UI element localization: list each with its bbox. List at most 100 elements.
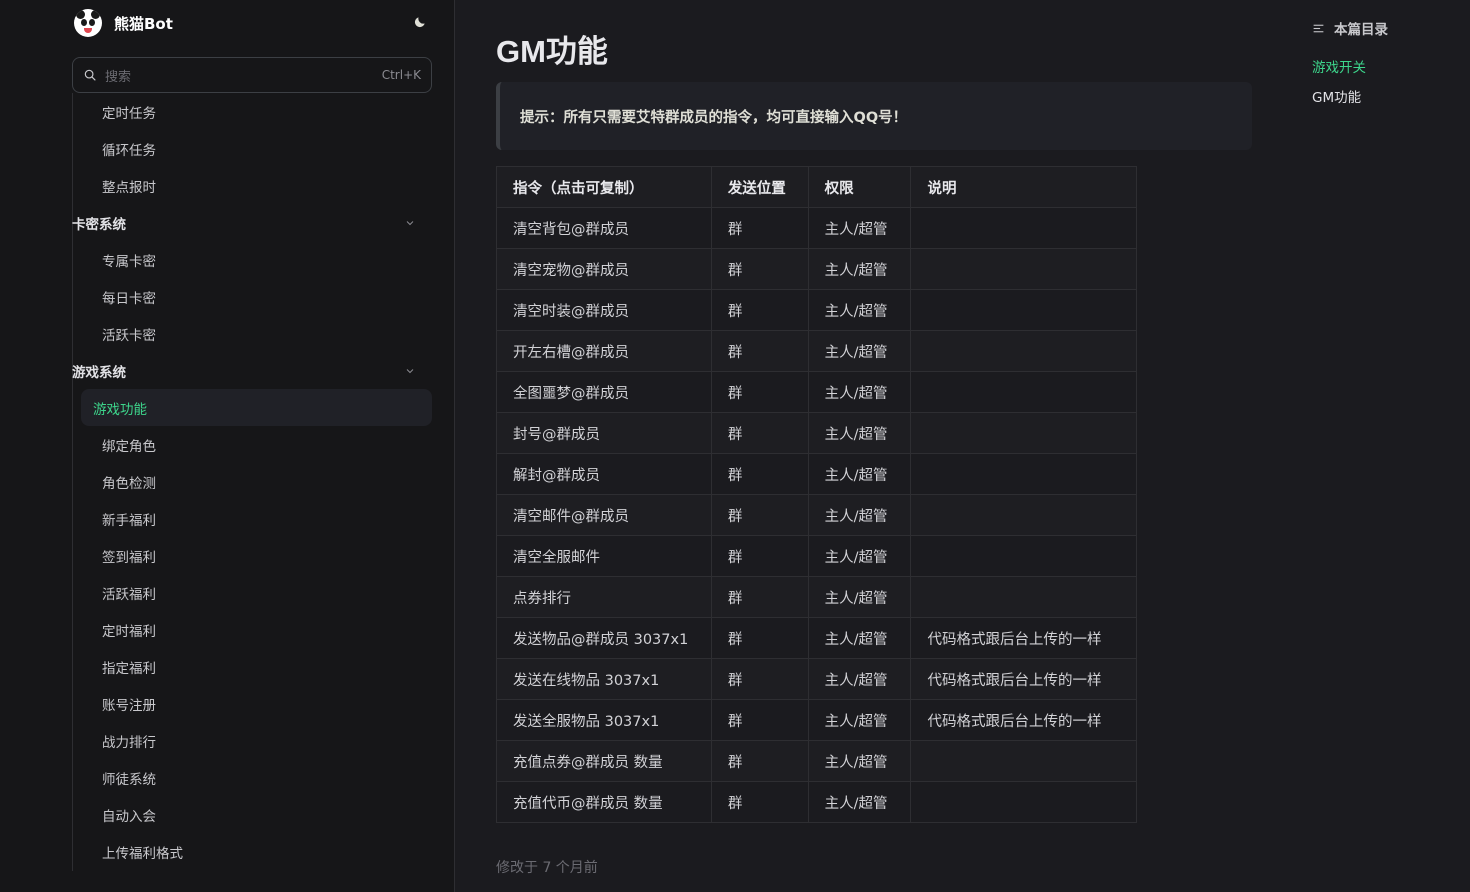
cell-description	[910, 494, 1137, 536]
sidebar-item-loop-task[interactable]: 循环任务	[81, 130, 432, 167]
sidebar-group-game[interactable]: 游戏系统	[72, 352, 432, 389]
moon-icon[interactable]	[412, 14, 428, 30]
cell-description	[910, 248, 1137, 290]
cell-location: 群	[710, 412, 809, 454]
table-row: 点券排行群主人/超管	[496, 576, 1137, 618]
sidebar-item-scheduled-task[interactable]: 定时任务	[81, 93, 432, 130]
table-row: 清空时装@群成员群主人/超管	[496, 289, 1137, 331]
sidebar-item-signin-bonus[interactable]: 签到福利	[81, 537, 432, 574]
cell-permission: 主人/超管	[807, 371, 912, 413]
toc-link-gm-function[interactable]: GM功能	[1312, 86, 1452, 106]
cell-location: 群	[710, 781, 809, 823]
sidebar-item-game-function[interactable]: 游戏功能	[81, 389, 432, 426]
cell-command[interactable]: 开左右槽@群成员	[496, 330, 712, 372]
sidebar: 熊猫Bot 搜索 Ctrl+K 定时任务 循环任务 整点报时 卡密系统 专属卡密…	[0, 0, 455, 892]
cell-permission: 主人/超管	[807, 453, 912, 495]
cell-permission: 主人/超管	[807, 535, 912, 577]
cell-permission: 主人/超管	[807, 330, 912, 372]
cell-command[interactable]: 点券排行	[496, 576, 712, 618]
search-shortcut: Ctrl+K	[381, 68, 421, 82]
cell-location: 群	[710, 494, 809, 536]
table-row: 发送在线物品 3037x1 群主人/超管 代码格式跟后台上传的一样	[496, 658, 1137, 700]
sidebar-item-auto-join[interactable]: 自动入会	[81, 796, 432, 833]
sidebar-group-label: 卡密系统	[72, 216, 126, 233]
sidebar-item-bind-role[interactable]: 绑定角色	[81, 426, 432, 463]
cell-command[interactable]: 清空全服邮件	[496, 535, 712, 577]
cell-command[interactable]: 充值代币@群成员 数量	[496, 781, 712, 823]
cell-command[interactable]: 封号@群成员	[496, 412, 712, 454]
cell-permission: 主人/超管	[807, 658, 912, 700]
table-row: 充值代币@群成员 数量群主人/超管	[496, 781, 1137, 823]
cell-command[interactable]: 清空邮件@群成员	[496, 494, 712, 536]
sidebar-item-role-check[interactable]: 角色检测	[81, 463, 432, 500]
search-input[interactable]: 搜索 Ctrl+K	[72, 57, 432, 93]
cell-description	[910, 371, 1137, 413]
sidebar-nav: 定时任务 循环任务 整点报时 卡密系统 专属卡密 每日卡密 活跃卡密 游戏系统 …	[72, 93, 432, 870]
table-row: 开左右槽@群成员群主人/超管	[496, 330, 1137, 372]
sidebar-item-timed-bonus[interactable]: 定时福利	[81, 611, 432, 648]
sidebar-item-upload-bonus-format[interactable]: 上传福利格式	[81, 833, 432, 870]
cell-permission: 主人/超管	[807, 699, 912, 741]
table-of-contents: 本篇目录 游戏开关 GM功能	[1312, 18, 1452, 106]
table-header-row: 指令（点击可复制） 发送位置 权限 说明	[496, 166, 1137, 208]
column-header-command: 指令（点击可复制）	[496, 166, 712, 208]
cell-permission: 主人/超管	[807, 617, 912, 659]
cell-command[interactable]: 发送在线物品 3037x1	[496, 658, 712, 700]
cell-description	[910, 535, 1137, 577]
cell-command[interactable]: 发送全服物品 3037x1	[496, 699, 712, 741]
sidebar-item-active-card[interactable]: 活跃卡密	[81, 315, 432, 352]
sidebar-item-exclusive-card[interactable]: 专属卡密	[81, 241, 432, 278]
cell-command[interactable]: 清空背包@群成员	[496, 207, 712, 249]
cell-description	[910, 207, 1137, 249]
cell-permission: 主人/超管	[807, 289, 912, 331]
tip-text: 提示：所有只需要艾特群成员的指令，均可直接输入QQ号！	[520, 109, 908, 126]
table-row: 清空背包@群成员群主人/超管	[496, 207, 1137, 249]
sidebar-item-power-ranking[interactable]: 战力排行	[81, 722, 432, 759]
cell-location: 群	[710, 617, 809, 659]
cell-location: 群	[710, 740, 809, 782]
sidebar-item-targeted-bonus[interactable]: 指定福利	[81, 648, 432, 685]
cell-description	[910, 781, 1137, 823]
cell-description: 代码格式跟后台上传的一样	[910, 699, 1137, 741]
table-row: 清空邮件@群成员群主人/超管	[496, 494, 1137, 536]
table-row: 解封@群成员群主人/超管	[496, 453, 1137, 495]
cell-description	[910, 453, 1137, 495]
sidebar-group-card[interactable]: 卡密系统	[72, 204, 432, 241]
cell-permission: 主人/超管	[807, 781, 912, 823]
cell-description: 代码格式跟后台上传的一样	[910, 658, 1137, 700]
sidebar-item-hourly-chime[interactable]: 整点报时	[81, 167, 432, 204]
cell-command[interactable]: 清空宠物@群成员	[496, 248, 712, 290]
cell-permission: 主人/超管	[807, 494, 912, 536]
cell-command[interactable]: 全图噩梦@群成员	[496, 371, 712, 413]
cell-permission: 主人/超管	[807, 576, 912, 618]
page-title: GM功能	[496, 34, 608, 69]
cell-permission: 主人/超管	[807, 207, 912, 249]
sidebar-item-daily-card[interactable]: 每日卡密	[81, 278, 432, 315]
sidebar-item-active-bonus[interactable]: 活跃福利	[81, 574, 432, 611]
cell-command[interactable]: 充值点券@群成员 数量	[496, 740, 712, 782]
toc-link-game-switch[interactable]: 游戏开关	[1312, 56, 1452, 76]
sidebar-item-mentor-system[interactable]: 师徒系统	[81, 759, 432, 796]
cell-location: 群	[710, 330, 809, 372]
brand[interactable]: 熊猫Bot	[74, 8, 173, 38]
table-row: 封号@群成员群主人/超管	[496, 412, 1137, 454]
column-header-description: 说明	[910, 166, 1137, 208]
toc-header: 本篇目录	[1312, 18, 1452, 38]
table-row: 全图噩梦@群成员群主人/超管	[496, 371, 1137, 413]
cell-command[interactable]: 发送物品@群成员 3037x1	[496, 617, 712, 659]
cell-location: 群	[710, 207, 809, 249]
sidebar-item-account-register[interactable]: 账号注册	[81, 685, 432, 722]
cell-description	[910, 330, 1137, 372]
cell-command[interactable]: 解封@群成员	[496, 453, 712, 495]
cell-permission: 主人/超管	[807, 248, 912, 290]
chevron-down-icon	[406, 220, 414, 225]
command-table: 指令（点击可复制） 发送位置 权限 说明 清空背包@群成员群主人/超管 清空宠物@…	[496, 166, 1137, 823]
sidebar-item-newbie-bonus[interactable]: 新手福利	[81, 500, 432, 537]
cell-command[interactable]: 清空时装@群成员	[496, 289, 712, 331]
cell-description	[910, 576, 1137, 618]
column-header-location: 发送位置	[710, 166, 809, 208]
last-modified: 修改于 7 个月前	[496, 860, 598, 876]
cell-location: 群	[710, 535, 809, 577]
table-row: 清空全服邮件群主人/超管	[496, 535, 1137, 577]
table-row: 发送物品@群成员 3037x1 群主人/超管 代码格式跟后台上传的一样	[496, 617, 1137, 659]
